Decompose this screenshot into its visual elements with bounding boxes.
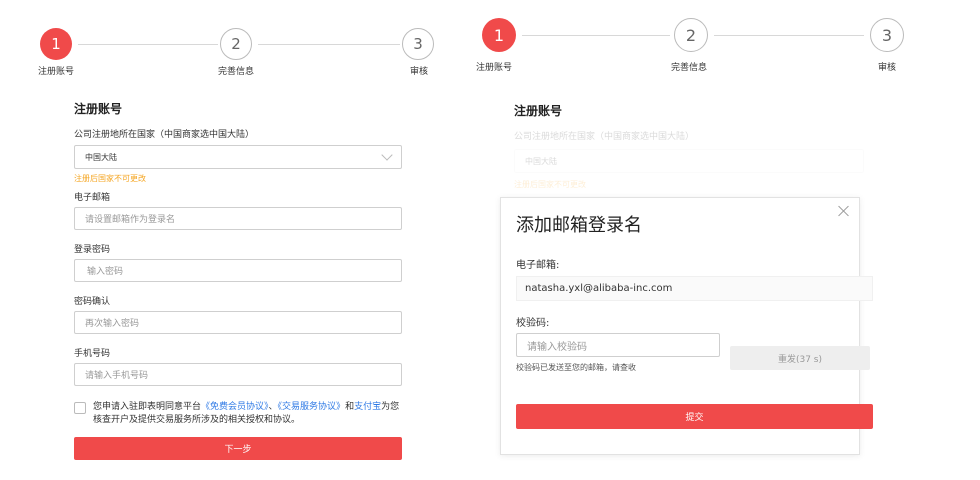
- step-connector: [78, 44, 218, 45]
- agree-checkbox[interactable]: [74, 402, 86, 414]
- verification-code-input[interactable]: 请输入校验码: [516, 333, 720, 357]
- country-hint: 注册后国家不可更改: [514, 180, 586, 189]
- code-sent-hint: 校验码已发送至您的邮箱，请查收: [516, 363, 636, 372]
- phone-input[interactable]: 请输入手机号码: [74, 363, 402, 386]
- trade-agreement-link[interactable]: 《交易服务协议》: [278, 402, 346, 412]
- add-email-modal: 添加邮箱登录名 电子邮箱: natasha.yxl@alibaba-inc.co…: [500, 197, 873, 455]
- step-2-label: 完善信息: [671, 63, 708, 73]
- step-1-indicator: 1: [40, 28, 72, 60]
- email-input[interactable]: 请设置邮箱作为登录名: [74, 207, 402, 230]
- step-3-label: 审核: [878, 63, 897, 73]
- agreement-prefix: 您申请入驻即表明同意平台: [93, 402, 202, 412]
- next-button[interactable]: 下一步: [74, 437, 402, 460]
- confirm-password-label: 密码确认: [74, 297, 111, 307]
- step-3-label: 审核: [410, 67, 429, 77]
- email-label: 电子邮箱: [74, 193, 111, 203]
- close-icon[interactable]: [837, 204, 851, 218]
- country-select-value: 中国大陆: [85, 152, 117, 162]
- password-input[interactable]: 输入密码: [74, 259, 402, 282]
- country-select-value: 中国大陆: [525, 156, 557, 166]
- country-select: 中国大陆: [514, 149, 864, 173]
- registration-panel: 1 2 3 注册账号 完善信息 审核 注册账号 公司注册地所在国家（中国商家选中…: [0, 0, 440, 480]
- step-1-indicator: 1: [482, 18, 516, 52]
- form-title: 注册账号: [74, 102, 123, 116]
- country-label: 公司注册地所在国家（中国商家选中国大陆）: [74, 130, 255, 140]
- member-agreement-link[interactable]: 《免费会员协议》: [201, 402, 269, 412]
- modal-title: 添加邮箱登录名: [516, 215, 642, 236]
- country-hint: 注册后国家不可更改: [74, 174, 146, 183]
- step-3-indicator: 3: [402, 28, 434, 60]
- country-label: 公司注册地所在国家（中国商家选中国大陆）: [514, 132, 695, 142]
- resend-code-button[interactable]: 重发(37 s): [730, 346, 870, 370]
- step-1-label: 注册账号: [38, 67, 75, 77]
- step-connector: [522, 35, 670, 36]
- step-connector: [258, 44, 400, 45]
- form-title: 注册账号: [514, 104, 563, 118]
- submit-button[interactable]: 提交: [516, 404, 873, 429]
- modal-email-value: natasha.yxl@alibaba-inc.com: [516, 276, 873, 301]
- agreement-text: 您申请入驻即表明同意平台《免费会员协议》、《交易服务协议》和支付宝为您核查开户及…: [93, 401, 405, 427]
- step-2-indicator: 2: [220, 28, 252, 60]
- chevron-down-icon: [381, 149, 393, 161]
- step-2-label: 完善信息: [218, 67, 255, 77]
- progress-stepper: 1 2 3 注册账号 完善信息 审核: [0, 0, 440, 80]
- step-connector: [714, 35, 864, 36]
- country-select[interactable]: 中国大陆: [74, 145, 402, 169]
- progress-stepper: 1 2 3 注册账号 完善信息 审核: [470, 0, 980, 80]
- modal-code-label: 校验码:: [516, 318, 550, 329]
- step-3-indicator: 3: [870, 18, 904, 52]
- step-2-indicator: 2: [674, 18, 708, 52]
- step-1-label: 注册账号: [476, 63, 513, 73]
- confirm-password-input[interactable]: 再次输入密码: [74, 311, 402, 334]
- alipay-link[interactable]: 支付宝: [354, 402, 381, 412]
- agreement-separator: 、: [268, 402, 278, 412]
- agreement-and: 和: [345, 402, 355, 412]
- registration-panel-with-modal: 1 2 3 注册账号 完善信息 审核 注册账号 公司注册地所在国家（中国商家选中…: [470, 0, 980, 480]
- password-label: 登录密码: [74, 245, 111, 255]
- modal-email-label: 电子邮箱:: [516, 260, 560, 271]
- phone-label: 手机号码: [74, 349, 111, 359]
